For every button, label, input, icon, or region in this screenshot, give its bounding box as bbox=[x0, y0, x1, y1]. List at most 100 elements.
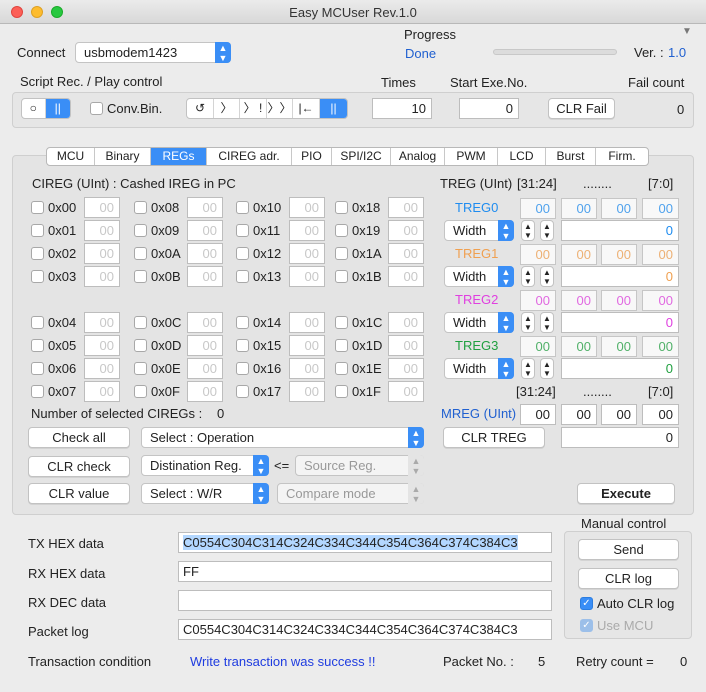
cireg-value-field[interactable]: 00 bbox=[84, 312, 120, 333]
cireg-checkbox[interactable] bbox=[335, 201, 348, 214]
tab-regs[interactable]: REGs bbox=[151, 148, 207, 165]
tab-lcd[interactable]: LCD bbox=[498, 148, 546, 165]
treg-byte-field[interactable]: 00 bbox=[601, 244, 637, 265]
tx-hex-field[interactable]: C0554C304C314C324C334C344C354C364C374C38… bbox=[178, 532, 552, 553]
pause-button[interactable]: || bbox=[320, 99, 347, 118]
cireg-checkbox[interactable] bbox=[134, 339, 147, 352]
treg-byte-field[interactable]: 00 bbox=[520, 290, 556, 311]
cireg-value-field[interactable]: 00 bbox=[187, 266, 223, 287]
rec-pause-button[interactable]: || bbox=[45, 99, 70, 118]
cireg-value-field[interactable]: 00 bbox=[388, 220, 424, 241]
cireg-value-field[interactable]: 00 bbox=[289, 381, 325, 402]
cireg-value-field[interactable]: 00 bbox=[289, 358, 325, 379]
stepper-icon[interactable]: ▲ ▼ bbox=[521, 312, 535, 333]
repeat-button[interactable]: ↺ bbox=[187, 99, 214, 118]
cireg-checkbox[interactable] bbox=[335, 316, 348, 329]
clr-fail-button[interactable]: CLR Fail bbox=[548, 98, 615, 119]
cireg-value-field[interactable]: 00 bbox=[289, 312, 325, 333]
auto-clr-checkbox[interactable]: ✓ bbox=[580, 597, 593, 610]
cireg-value-field[interactable]: 00 bbox=[84, 266, 120, 287]
rx-dec-field[interactable] bbox=[178, 590, 552, 611]
cireg-checkbox[interactable] bbox=[31, 385, 44, 398]
cireg-value-field[interactable]: 00 bbox=[289, 266, 325, 287]
source-select[interactable]: Source Reg. ▲ ▼ bbox=[295, 455, 424, 476]
treg-byte-field[interactable]: 00 bbox=[520, 244, 556, 265]
cireg-checkbox[interactable] bbox=[335, 247, 348, 260]
cireg-checkbox[interactable] bbox=[134, 362, 147, 375]
cireg-checkbox[interactable] bbox=[134, 385, 147, 398]
treg-width-select[interactable]: Width ▲ ▼ bbox=[444, 312, 514, 333]
tab-firm[interactable]: Firm. bbox=[596, 148, 648, 165]
treg-value-field[interactable]: 0 bbox=[561, 220, 679, 241]
clr-log-button[interactable]: CLR log bbox=[578, 568, 679, 589]
cireg-value-field[interactable]: 00 bbox=[84, 243, 120, 264]
cireg-checkbox[interactable] bbox=[236, 270, 249, 283]
tab-binary[interactable]: Binary bbox=[95, 148, 151, 165]
treg-byte-field[interactable]: 00 bbox=[561, 290, 597, 311]
cireg-value-field[interactable]: 00 bbox=[187, 335, 223, 356]
cireg-value-field[interactable]: 00 bbox=[187, 358, 223, 379]
cireg-checkbox[interactable] bbox=[31, 316, 44, 329]
collapse-triangle-icon[interactable]: ▼ bbox=[682, 26, 692, 37]
use-mcu-checkbox[interactable]: ✓ bbox=[580, 619, 593, 632]
treg-byte-field[interactable]: 00 bbox=[642, 336, 679, 357]
cireg-checkbox[interactable] bbox=[31, 201, 44, 214]
treg-byte-field[interactable]: 00 bbox=[520, 198, 556, 219]
cireg-value-field[interactable]: 00 bbox=[187, 220, 223, 241]
rewind-button[interactable]: |← bbox=[293, 99, 320, 118]
cireg-value-field[interactable]: 00 bbox=[84, 381, 120, 402]
cireg-value-field[interactable]: 00 bbox=[84, 220, 120, 241]
times-input[interactable]: 10 bbox=[372, 98, 432, 119]
cireg-value-field[interactable]: 00 bbox=[388, 335, 424, 356]
cireg-checkbox[interactable] bbox=[134, 270, 147, 283]
step-button[interactable]: 〉 bbox=[214, 99, 240, 118]
cireg-value-field[interactable]: 00 bbox=[187, 312, 223, 333]
send-button[interactable]: Send bbox=[578, 539, 679, 560]
rx-hex-field[interactable]: FF bbox=[178, 561, 552, 582]
cireg-checkbox[interactable] bbox=[236, 247, 249, 260]
cireg-value-field[interactable]: 00 bbox=[84, 197, 120, 218]
cireg-value-field[interactable]: 00 bbox=[289, 243, 325, 264]
cireg-value-field[interactable]: 00 bbox=[187, 381, 223, 402]
cireg-checkbox[interactable] bbox=[31, 362, 44, 375]
cireg-checkbox[interactable] bbox=[335, 362, 348, 375]
treg-byte-field[interactable]: 00 bbox=[642, 290, 679, 311]
treg-byte-field[interactable]: 00 bbox=[601, 290, 637, 311]
cireg-checkbox[interactable] bbox=[31, 224, 44, 237]
wr-select[interactable]: Select : W/R ▲ ▼ bbox=[141, 483, 269, 504]
start-exe-input[interactable]: 0 bbox=[459, 98, 519, 119]
cireg-checkbox[interactable] bbox=[236, 362, 249, 375]
compare-mode-select[interactable]: Compare mode ▲ ▼ bbox=[277, 483, 424, 504]
mreg-byte-1[interactable]: 00 bbox=[601, 404, 637, 425]
stepper-icon[interactable]: ▲ ▼ bbox=[540, 312, 554, 333]
tab-analog[interactable]: Analog bbox=[391, 148, 445, 165]
operation-select[interactable]: Select : Operation ▲ ▼ bbox=[141, 427, 424, 448]
play-button[interactable]: 〉〉 bbox=[267, 99, 293, 118]
port-select[interactable]: usbmodem1423 ▲ ▼ bbox=[75, 42, 231, 63]
cireg-checkbox[interactable] bbox=[335, 339, 348, 352]
treg-byte-field[interactable]: 00 bbox=[642, 244, 679, 265]
cireg-checkbox[interactable] bbox=[236, 339, 249, 352]
mreg-byte-2[interactable]: 00 bbox=[561, 404, 597, 425]
tab-spi-i2c[interactable]: SPI/I2C bbox=[332, 148, 391, 165]
treg-value-field[interactable]: 0 bbox=[561, 266, 679, 287]
step-check-button[interactable]: 〉 ! bbox=[240, 99, 267, 118]
treg-value-field[interactable]: 0 bbox=[561, 358, 679, 379]
cireg-checkbox[interactable] bbox=[134, 201, 147, 214]
tab-mcu[interactable]: MCU bbox=[47, 148, 95, 165]
cireg-checkbox[interactable] bbox=[335, 385, 348, 398]
clr-treg-button[interactable]: CLR TREG bbox=[443, 427, 545, 448]
treg-byte-field[interactable]: 00 bbox=[561, 336, 597, 357]
cireg-checkbox[interactable] bbox=[134, 224, 147, 237]
mreg-value[interactable]: 0 bbox=[561, 427, 679, 448]
cireg-value-field[interactable]: 00 bbox=[388, 197, 424, 218]
treg-value-field[interactable]: 0 bbox=[561, 312, 679, 333]
cireg-value-field[interactable]: 00 bbox=[289, 197, 325, 218]
cireg-checkbox[interactable] bbox=[31, 339, 44, 352]
cireg-checkbox[interactable] bbox=[31, 247, 44, 260]
cireg-checkbox[interactable] bbox=[335, 224, 348, 237]
tab-cireg-adr[interactable]: CIREG adr. bbox=[207, 148, 292, 165]
cireg-value-field[interactable]: 00 bbox=[187, 243, 223, 264]
cireg-value-field[interactable]: 00 bbox=[388, 312, 424, 333]
stepper-icon[interactable]: ▲ ▼ bbox=[540, 266, 554, 287]
